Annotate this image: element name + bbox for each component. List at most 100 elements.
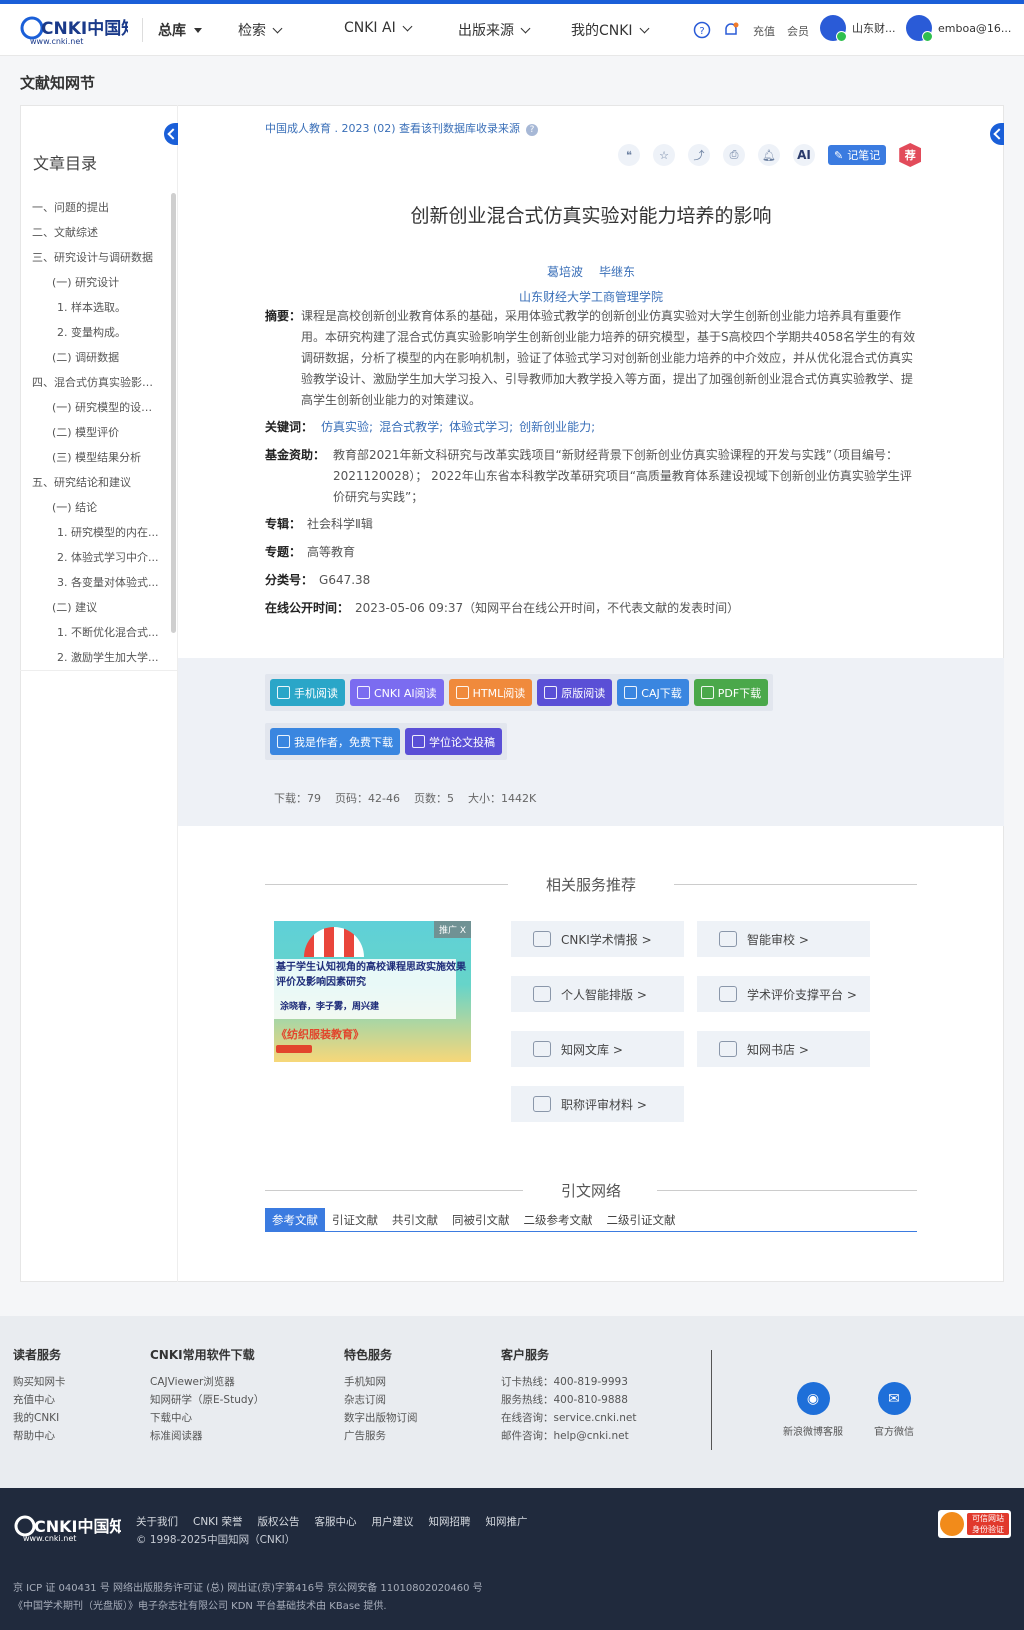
take-note-button[interactable]: ✎ 记笔记	[828, 145, 887, 165]
citation-tab[interactable]: 共引文献	[385, 1208, 445, 1232]
download-button[interactable]: 学位论文投稿	[405, 728, 502, 755]
wechat-official[interactable]: ✉ 官方微信	[854, 1382, 934, 1438]
toc-item[interactable]: (一) 研究模型的设定...	[32, 395, 162, 420]
recommend-button[interactable]: 荐	[899, 143, 922, 167]
toc-item[interactable]: 四、混合式仿真实验影响...	[32, 370, 162, 395]
download-button[interactable]: 手机阅读	[270, 679, 345, 706]
footer-bottom-link[interactable]: 关于我们	[136, 1514, 178, 1529]
footer-link[interactable]: 杂志订阅	[344, 1391, 418, 1409]
toc-item[interactable]: 3. 各变量对体验式...	[32, 570, 162, 595]
nav-publication-source[interactable]: 出版来源	[458, 20, 531, 40]
footer-bottom-link[interactable]: CNKI 荣誉	[193, 1514, 243, 1529]
footer-link[interactable]: 标准阅读器	[150, 1427, 264, 1445]
keyword-link[interactable]: 仿真实验;	[321, 417, 373, 438]
toc-item[interactable]: 2. 激励学生加大学...	[32, 645, 162, 670]
footer-link[interactable]: 我的CNKI	[13, 1409, 66, 1427]
nav-all-database[interactable]: 总库	[158, 20, 202, 40]
footer-logo[interactable]: CNKI中国知网 www.cnki.net	[13, 1513, 142, 1543]
nav-search[interactable]: 检索	[238, 20, 283, 40]
download-button[interactable]: 原版阅读	[537, 679, 613, 706]
footer-link[interactable]: 帮助中心	[13, 1427, 66, 1445]
series-label: 专辑：	[265, 517, 302, 531]
citation-tab[interactable]: 参考文献	[265, 1208, 325, 1232]
toc-item[interactable]: (三) 模型结果分析	[32, 445, 162, 470]
citation-tab[interactable]: 二级引证文献	[600, 1208, 683, 1232]
download-button[interactable]: PDF下载	[693, 679, 769, 706]
footer-link[interactable]: 广告服务	[344, 1427, 418, 1445]
toc-item[interactable]: 一、问题的提出	[32, 195, 162, 220]
cnki-logo[interactable]: CNKI中国知网 www.cnki.net	[20, 14, 155, 46]
service-smart-layout[interactable]: 个人智能排版 >	[511, 976, 684, 1012]
toc-item[interactable]: 2. 变量构成。	[32, 320, 162, 345]
toc-item[interactable]: 三、研究设计与调研数据	[32, 245, 162, 270]
toc-item[interactable]: 1. 不断优化混合式...	[32, 620, 162, 645]
footer-link[interactable]: 充值中心	[13, 1391, 66, 1409]
bell-icon[interactable]	[722, 21, 740, 39]
print-icon[interactable]: ⎙	[723, 144, 745, 166]
footer-link[interactable]: 订卡热线：400-819-9993	[501, 1373, 636, 1391]
member-link[interactable]: 会员	[787, 23, 809, 39]
star-icon[interactable]: ☆	[653, 144, 675, 166]
toc-item[interactable]: 五、研究结论和建议	[32, 470, 162, 495]
institution-account[interactable]: 山东财...	[820, 15, 896, 42]
author-link[interactable]: 毕继东	[599, 265, 635, 279]
trusted-site-badge[interactable]: 可信网站 身份验证	[938, 1510, 1011, 1538]
footer-link[interactable]: 服务热线：400-810-9888	[501, 1391, 636, 1409]
toc-item[interactable]: (二) 建议	[32, 595, 162, 620]
quote-icon[interactable]: ❝	[618, 144, 640, 166]
download-button[interactable]: CNKI AI阅读	[350, 679, 444, 706]
footer-link[interactable]: 邮件咨询：help@cnki.net	[501, 1427, 636, 1445]
nav-cnki-ai[interactable]: CNKI AI	[344, 20, 413, 36]
journal-source[interactable]: 中国成人教育 . 2023 (02) 查看该刊数据库收录来源?	[265, 120, 539, 136]
ai-icon[interactable]: AI	[793, 144, 815, 166]
toc-item[interactable]: 2. 体验式学习中介...	[32, 545, 162, 570]
footer-link[interactable]: 购买知网卡	[13, 1373, 66, 1391]
toc-item[interactable]: (二) 模型评价	[32, 420, 162, 445]
service-title-review[interactable]: 职称评审材料 >	[511, 1086, 684, 1122]
keyword-link[interactable]: 混合式教学;	[379, 417, 443, 438]
toc-item[interactable]: 1. 研究模型的内在...	[32, 520, 162, 545]
download-button[interactable]: 我是作者，免费下载	[270, 728, 400, 755]
help-icon[interactable]: ?	[693, 21, 711, 39]
footer-link[interactable]: 手机知网	[344, 1373, 418, 1391]
weibo-service[interactable]: ◉ 新浪微博客服	[773, 1382, 853, 1438]
toc-item[interactable]: 1. 样本选取。	[32, 295, 162, 320]
service-cnki-intelligence[interactable]: CNKI学术情报 >	[511, 921, 684, 957]
share-icon[interactable]: ⤴	[688, 144, 710, 166]
service-cnki-library[interactable]: 知网文库 >	[511, 1031, 684, 1067]
keyword-link[interactable]: 体验式学习;	[449, 417, 513, 438]
footer-link[interactable]: 数字出版物订阅	[344, 1409, 418, 1427]
toc-item[interactable]: 二、文献综述	[32, 220, 162, 245]
service-smart-proofread[interactable]: 智能审校 >	[697, 921, 870, 957]
citation-tab[interactable]: 引证文献	[325, 1208, 385, 1232]
download-button[interactable]: HTML阅读	[448, 679, 533, 706]
keyword-link[interactable]: 创新创业能力;	[519, 417, 595, 438]
footer-link[interactable]: 下载中心	[150, 1409, 264, 1427]
question-icon[interactable]: ?	[526, 124, 539, 136]
citation-tab[interactable]: 二级参考文献	[517, 1208, 600, 1232]
footer-bottom-link[interactable]: 用户建议	[372, 1514, 414, 1529]
download-button[interactable]: CAJ下载	[617, 679, 689, 706]
footer-bottom-link[interactable]: 客服中心	[315, 1514, 357, 1529]
footer-link[interactable]: 在线咨询：service.cnki.net	[501, 1409, 636, 1427]
footer-bottom-link[interactable]: 知网招聘	[429, 1514, 471, 1529]
toc-item[interactable]: (二) 调研数据	[32, 345, 162, 370]
ad-close-tag[interactable]: 推广 X	[433, 921, 471, 938]
service-cnki-bookstore[interactable]: 知网书店 >	[697, 1031, 870, 1067]
footer-bottom-link[interactable]: 版权公告	[258, 1514, 300, 1529]
toc-item[interactable]: (一) 结论	[32, 495, 162, 520]
service-evaluation-platform[interactable]: 学术评价支撑平台 >	[697, 976, 870, 1012]
citation-tab[interactable]: 同被引文献	[445, 1208, 517, 1232]
user-account[interactable]: emboa@16...	[906, 15, 1011, 42]
footer-bottom-link[interactable]: 知网推广	[486, 1514, 528, 1529]
bell-icon[interactable]: 🔔︎	[758, 144, 780, 166]
recharge-link[interactable]: 充值	[753, 23, 775, 39]
nav-my-cnki[interactable]: 我的CNKI	[571, 20, 650, 40]
toc-scrollbar[interactable]	[171, 193, 176, 633]
author-organization[interactable]: 山东财经大学工商管理学院	[178, 288, 1004, 305]
promo-banner[interactable]: 基于学生认知视角的高校课程思政实施效果评价及影响因素研究 涂晓春，李子雾，周兴建…	[274, 921, 471, 1062]
footer-link[interactable]: CAJViewer浏览器	[150, 1373, 264, 1391]
author-link[interactable]: 葛培波	[547, 265, 583, 279]
toc-item[interactable]: (一) 研究设计	[32, 270, 162, 295]
footer-link[interactable]: 知网研学（原E-Study）	[150, 1391, 264, 1409]
